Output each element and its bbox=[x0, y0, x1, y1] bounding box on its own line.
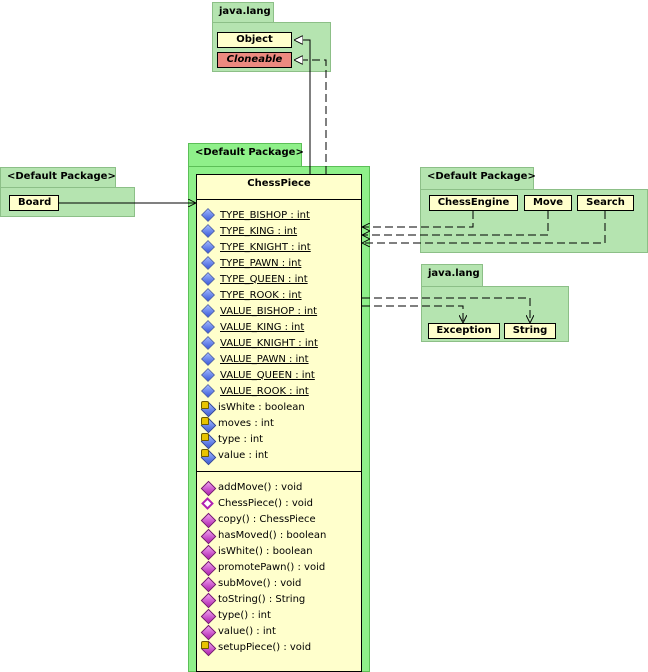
dependency-chessengine bbox=[362, 211, 474, 227]
dependency-move bbox=[362, 211, 549, 235]
relationship-lines bbox=[59, 0, 606, 323]
dependency-exception bbox=[362, 305, 463, 323]
dependency-string bbox=[362, 297, 530, 323]
